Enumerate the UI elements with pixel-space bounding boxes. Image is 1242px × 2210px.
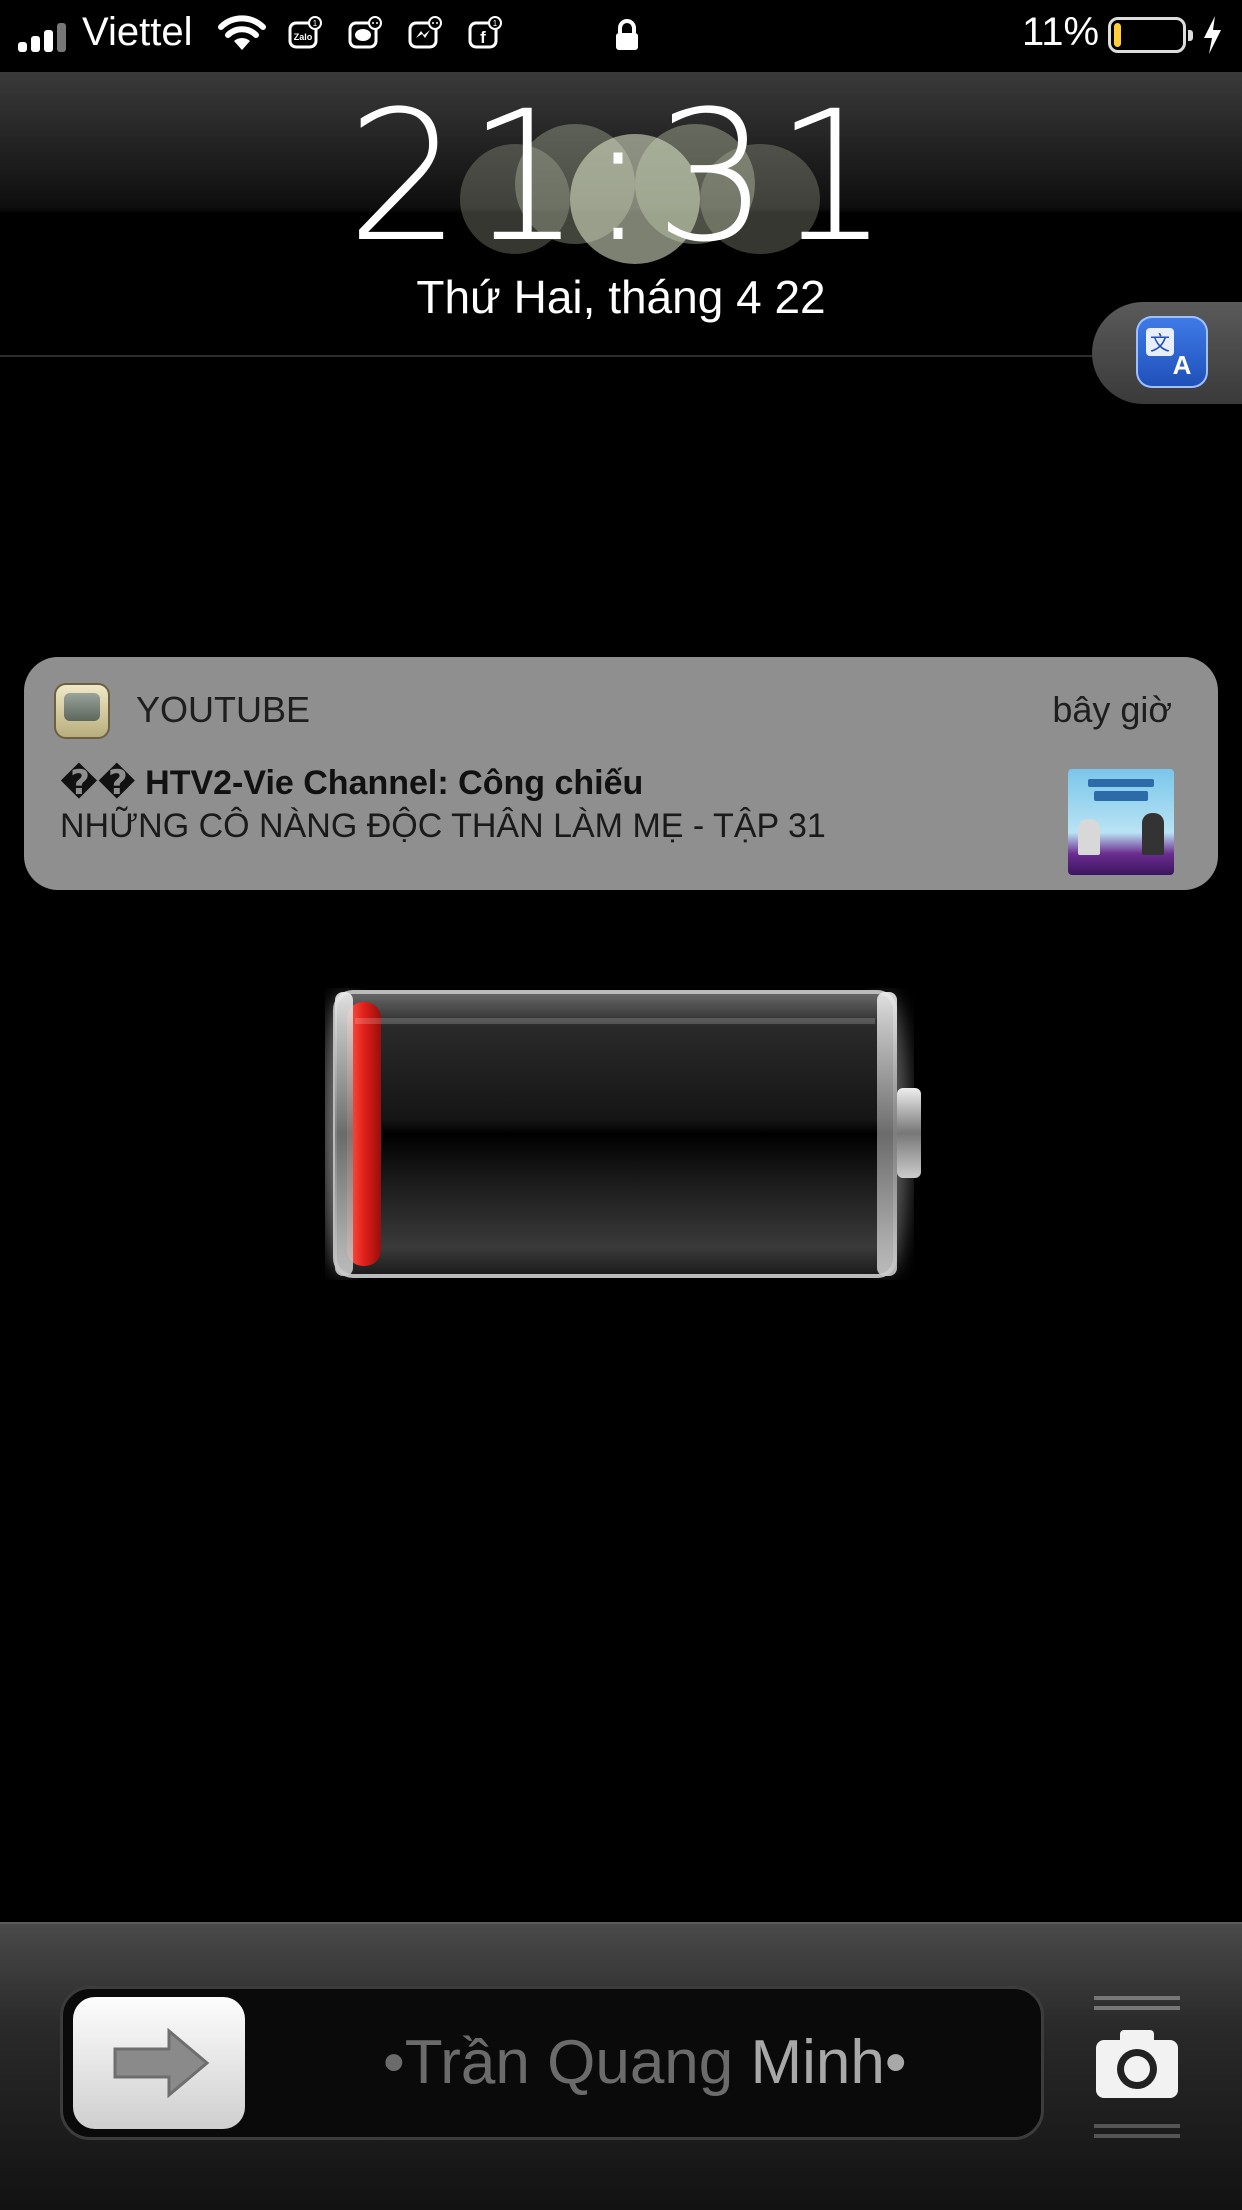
battery-icon (1108, 17, 1193, 53)
notification-title: �� HTV2-Vie Channel: Công chiếu (60, 764, 644, 802)
wifi-icon (218, 15, 266, 50)
messenger-icon (408, 16, 442, 49)
arrow-right-icon (113, 2027, 210, 2099)
battery-percentage: 11% (1022, 10, 1100, 54)
camera-button[interactable] (1094, 1996, 1180, 2146)
translate-icon: 文 A (1136, 316, 1208, 388)
charging-bolt-icon (1204, 16, 1221, 54)
svg-text:A: A (1173, 350, 1192, 380)
unlock-bar: •Trần Quang Minh• (0, 1922, 1242, 2210)
camera-icon (1096, 2030, 1178, 2098)
notification-thumbnail (1068, 769, 1174, 875)
status-bar: Viettel Zalo 1 f 1 11% (0, 0, 1242, 70)
facebook-icon: f 1 (468, 16, 502, 49)
slide-to-unlock-track[interactable]: •Trần Quang Minh• (60, 1986, 1044, 2140)
youtube-app-icon (54, 683, 110, 739)
notification-card[interactable]: YOUTUBE bây giờ �� HTV2-Vie Channel: Côn… (24, 657, 1218, 890)
carrier-name: Viettel (82, 10, 193, 54)
messages-icon (348, 16, 382, 49)
notification-badge-count: 1 (493, 19, 498, 28)
unlock-slider-knob[interactable] (73, 1997, 245, 2129)
notification-app-name: YOUTUBE (136, 689, 311, 730)
slide-to-unlock-label: •Trần Quang Minh• (383, 2028, 907, 2097)
lockscreen-date: Thứ Hai, tháng 4 22 (416, 271, 826, 323)
svg-text:f: f (480, 28, 486, 47)
lock-icon (616, 19, 638, 50)
notification-body: NHỮNG CÔ NÀNG ĐỘC THÂN LÀM MẸ - TẬP 31 (60, 807, 826, 845)
svg-text:1: 1 (313, 19, 318, 28)
notification-timestamp: bây giờ (1052, 689, 1172, 730)
charging-battery-graphic (325, 990, 921, 1278)
zalo-icon: Zalo 1 (288, 16, 322, 49)
svg-text:Zalo: Zalo (294, 32, 313, 42)
svg-text:文: 文 (1150, 331, 1170, 355)
lockscreen-clock: 21:31 (346, 73, 896, 282)
